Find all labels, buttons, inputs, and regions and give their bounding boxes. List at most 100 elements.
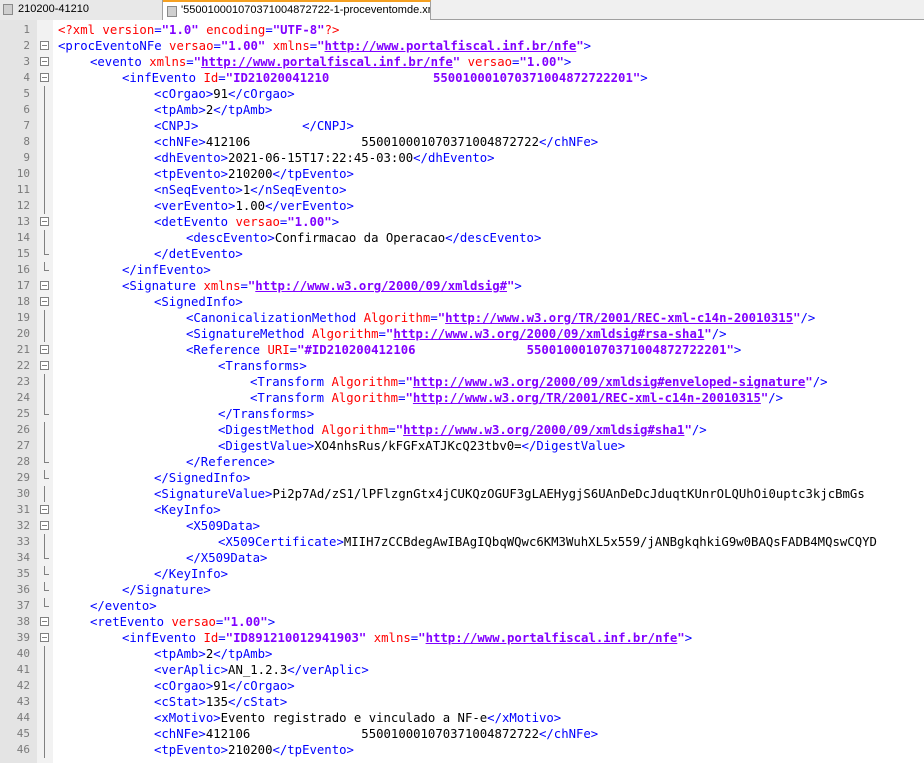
code-line[interactable]: 22 <Transforms> <box>0 358 924 374</box>
fold-toggle-icon[interactable] <box>40 297 49 306</box>
code-token: </cStat> <box>228 695 288 709</box>
code-token[interactable]: http://www.w3.org/TR/2001/REC-xml-c14n-2… <box>445 311 793 325</box>
code-line[interactable]: 8 <chNFe>412106 550010001070371004872722<… <box>0 134 924 150</box>
code-line[interactable]: 29 </SignedInfo> <box>0 470 924 486</box>
code-line[interactable]: 19 <CanonicalizationMethod Algorithm= "htt… <box>0 310 924 326</box>
code-line[interactable]: 2 <procEventoNFe versao="1.00" xmlns="htt… <box>0 38 924 54</box>
code-token: <cStat> <box>154 695 206 709</box>
code-text: <Transform Algorithm="http://www.w3.org/… <box>250 390 783 406</box>
code-line[interactable]: 24 <Transform Algorithm="http://www.w3.or… <box>0 390 924 406</box>
code-line[interactable]: 3 <evento xmlns="http://www.portalfiscal.… <box>0 54 924 70</box>
code-line[interactable]: 12 <verEvento>1.00</verEvento> <box>0 198 924 214</box>
code-line[interactable]: 16 </infEvento> <box>0 262 924 278</box>
fold-toggle-icon[interactable] <box>40 521 49 530</box>
tab-file-1[interactable]: 210200-41210 <box>0 0 163 20</box>
code-token[interactable]: http://www.portalfiscal.inf.br/nfe <box>426 631 678 645</box>
code-token[interactable]: http://www.w3.org/TR/2001/REC-xml-c14n-2… <box>413 391 761 405</box>
code-line[interactable]: 41 <verAplic>AN_1.2.3</verAplic> <box>0 662 924 678</box>
code-token: <Transform <box>250 391 325 405</box>
fold-toggle-icon[interactable] <box>40 57 49 66</box>
code-token: </Transforms> <box>218 407 315 421</box>
code-token: MIIH7zCCBdegAwIBAgIQbqWQwc6KM3WuhXL5x559… <box>343 535 877 549</box>
fold-toggle-icon[interactable] <box>40 217 49 226</box>
code-line[interactable]: 46 <tpEvento>210200</tpEvento> <box>0 742 924 758</box>
code-line[interactable]: 6 <tpAmb>2</tpAmb> <box>0 102 924 118</box>
code-line[interactable]: 34 </X509Data> <box>0 550 924 566</box>
code-line[interactable]: 9 <dhEvento>2021-06-15T17:22:45-03:00</dh… <box>0 150 924 166</box>
code-line[interactable]: 38 <retEvento versao="1.00"> <box>0 614 924 630</box>
code-text: <SignatureMethod Algorithm= "http://www.w… <box>186 326 727 342</box>
code-line[interactable]: 23 <Transform Algorithm="http://www.w3.or… <box>0 374 924 390</box>
code-token: > <box>733 343 742 357</box>
code-token[interactable]: http://www.portalfiscal.inf.br/nfe <box>325 39 577 53</box>
fold-end-guide <box>44 262 49 271</box>
code-line[interactable]: 5 <cOrgao>91</cOrgao> <box>0 86 924 102</box>
code-line[interactable]: 45 <chNFe>412106 550010001070371004872722… <box>0 726 924 742</box>
code-token: </cOrgao> <box>228 87 295 101</box>
tab-file-2-active[interactable]: '550010001070371004872722-1-proceventomd… <box>163 0 431 20</box>
code-line[interactable]: 44 <xMotivo>Evento registrado e vinculado… <box>0 710 924 726</box>
fold-toggle-icon[interactable] <box>40 361 49 370</box>
code-text: <Transforms> <box>218 358 307 374</box>
code-line[interactable]: 35 </KeyInfo> <box>0 566 924 582</box>
code-line[interactable]: 30 <SignatureValue>Pi2p7Ad/zS1/lPFlzgnGtx… <box>0 486 924 502</box>
code-line[interactable]: 42 <cOrgao>91</cOrgao> <box>0 678 924 694</box>
line-number: 7 <box>23 119 30 132</box>
code-token: = <box>398 391 406 405</box>
code-line[interactable]: 26 <DigestMethod Algorithm="http://www.w3… <box>0 422 924 438</box>
line-number: 42 <box>16 679 30 692</box>
code-line[interactable]: 27 <DigestValue>XO4nhsRus/kFGFxATJKcQ23tb… <box>0 438 924 454</box>
code-token: /> <box>691 423 707 437</box>
code-text: <verEvento>1.00</verEvento> <box>154 198 354 214</box>
code-token[interactable]: http://www.w3.org/2000/09/xmldsig# <box>255 279 507 293</box>
code-line[interactable]: 33 <X509Certificate>MIIH7zCCBdegAwIBAgIQb… <box>0 534 924 550</box>
code-line[interactable]: 14 <descEvento>Confirmacao da Operacao</d… <box>0 230 924 246</box>
code-token: versao <box>460 55 513 69</box>
fold-guide <box>44 326 45 342</box>
code-line[interactable]: 40 <tpAmb>2</tpAmb> <box>0 646 924 662</box>
code-text: <dhEvento>2021-06-15T17:22:45-03:00</dhE… <box>154 150 495 166</box>
code-line[interactable]: 21 <Reference URI="#ID210200412106 550010… <box>0 342 924 358</box>
code-line[interactable]: 25 </Transforms> <box>0 406 924 422</box>
code-line[interactable]: 11 <nSeqEvento>1</nSeqEvento> <box>0 182 924 198</box>
fold-end-guide <box>44 550 49 559</box>
fold-toggle-icon[interactable] <box>40 505 49 514</box>
fold-toggle-icon[interactable] <box>40 41 49 50</box>
code-line[interactable]: 13 <detEvento versao="1.00"> <box>0 214 924 230</box>
code-text: <KeyInfo> <box>154 502 221 518</box>
code-line[interactable]: 28 </Reference> <box>0 454 924 470</box>
code-token: </nSeqEvento> <box>250 183 347 197</box>
fold-toggle-icon[interactable] <box>40 281 49 290</box>
code-line[interactable]: 32 <X509Data> <box>0 518 924 534</box>
code-line[interactable]: 43 <cStat>135</cStat> <box>0 694 924 710</box>
code-line[interactable]: 31 <KeyInfo> <box>0 502 924 518</box>
code-line[interactable]: 36 </Signature> <box>0 582 924 598</box>
code-line[interactable]: 37 </evento> <box>0 598 924 614</box>
code-line[interactable]: 18 <SignedInfo> <box>0 294 924 310</box>
fold-toggle-icon[interactable] <box>40 73 49 82</box>
code-token[interactable]: http://www.w3.org/2000/09/xmldsig#envelo… <box>413 375 805 389</box>
code-line[interactable]: 7 <CNPJ> </CNPJ> <box>0 118 924 134</box>
code-token: versao <box>228 215 280 229</box>
code-text: </X509Data> <box>186 550 267 566</box>
fold-toggle-icon[interactable] <box>40 345 49 354</box>
code-line[interactable]: 4 <infEvento Id="ID21020041210 5500100010… <box>0 70 924 86</box>
line-number: 43 <box>16 695 30 708</box>
code-editor[interactable]: 1 <?xml version="1.0" encoding="UTF-8"?> 2… <box>0 20 924 763</box>
code-token[interactable]: http://www.w3.org/2000/09/xmldsig#rsa-sh… <box>393 327 704 341</box>
code-token: xmlns <box>141 55 187 69</box>
fold-toggle-icon[interactable] <box>40 633 49 642</box>
code-token: Algorithm <box>314 423 389 437</box>
code-line[interactable]: 10 <tpEvento>210200</tpEvento> <box>0 166 924 182</box>
code-line[interactable]: 20 <SignatureMethod Algorithm= "http://www… <box>0 326 924 342</box>
code-token[interactable]: http://www.w3.org/2000/09/xmldsig#sha1 <box>403 423 684 437</box>
code-token: " <box>805 375 813 389</box>
code-line[interactable]: 1 <?xml version="1.0" encoding="UTF-8"?> <box>0 22 924 38</box>
fold-toggle-icon[interactable] <box>40 617 49 626</box>
code-token: </evento> <box>90 599 157 613</box>
code-line[interactable]: 15 </detEvento> <box>0 246 924 262</box>
code-token: versao <box>164 615 216 629</box>
code-token[interactable]: http://www.portalfiscal.inf.br/nfe <box>201 55 453 69</box>
code-line[interactable]: 17 <Signature xmlns="http://www.w3.org/20… <box>0 278 924 294</box>
code-line[interactable]: 39 <infEvento Id="ID891210012941903" xmln… <box>0 630 924 646</box>
